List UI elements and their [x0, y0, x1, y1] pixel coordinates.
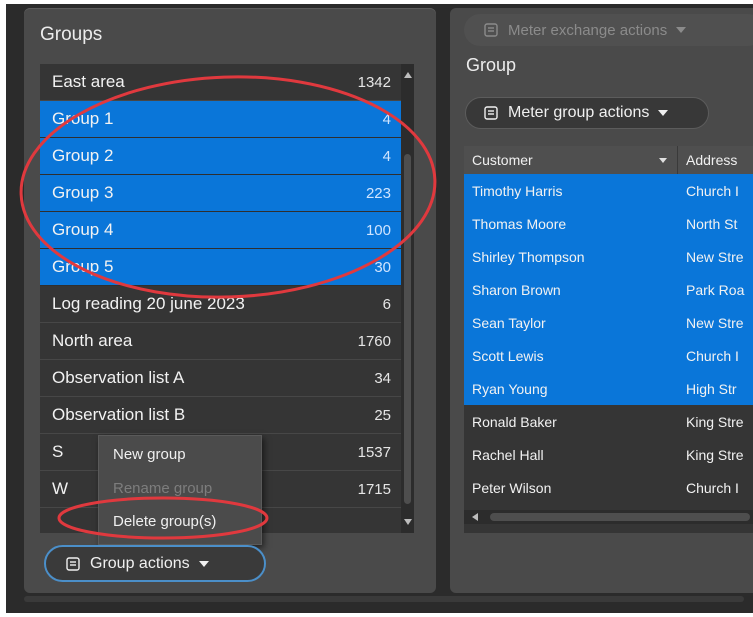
customer-table[interactable]: Customer Address Timothy Harris Church I…: [464, 146, 753, 533]
column-header-customer[interactable]: Customer: [464, 146, 678, 174]
group-name: Observation list B: [52, 405, 186, 424]
table-row[interactable]: Timothy Harris Church I: [464, 174, 753, 207]
group-row-group-2[interactable]: Group 2 4: [40, 138, 401, 175]
list-actions-icon: [484, 23, 498, 37]
group-row-group-3[interactable]: Group 3 223: [40, 175, 401, 212]
table-row[interactable]: Thomas Moore North St: [464, 207, 753, 240]
address-cell: Church I: [686, 479, 739, 496]
group-name: Log reading 20 june 2023: [52, 294, 245, 313]
group-row-group-5[interactable]: Group 5 30: [40, 249, 401, 286]
meter-group-actions-label: Meter group actions: [508, 104, 650, 121]
address-cell: Church I: [686, 347, 739, 364]
list-actions-icon: [66, 556, 80, 571]
table-row[interactable]: Peter Wilson Church I: [464, 471, 753, 504]
address-cell: New Stre: [686, 248, 744, 265]
list-actions-icon: [484, 106, 498, 120]
group-name: East area: [52, 72, 125, 91]
customer-cell: Timothy Harris: [472, 182, 563, 199]
address-cell: Park Roa: [686, 281, 745, 298]
customer-cell: Sharon Brown: [472, 281, 561, 298]
group-name: Observation list A: [52, 368, 185, 387]
customer-cell: Sean Taylor: [472, 314, 546, 331]
address-cell: King Stre: [686, 446, 744, 463]
group-count: 1760: [357, 332, 391, 350]
address-cell: Church I: [686, 182, 739, 199]
column-header-label: Customer: [472, 152, 533, 168]
scroll-thumb[interactable]: [404, 154, 411, 504]
table-row[interactable]: Ronald Baker King Stre: [464, 405, 753, 438]
address-cell: King Stre: [686, 413, 744, 430]
group-name: Group 5: [52, 257, 114, 276]
chevron-down-icon: [198, 560, 209, 567]
group-actions-button[interactable]: Group actions: [44, 545, 266, 582]
group-row-observation-list-a[interactable]: Observation list A 34: [40, 360, 401, 397]
group-count: 4: [382, 147, 391, 165]
customer-cell: Shirley Thompson: [472, 248, 585, 265]
group-actions-label: Group actions: [90, 554, 190, 572]
sort-arrow-icon[interactable]: [659, 157, 667, 163]
group-context-menu: New group Rename group Delete group(s): [98, 435, 262, 545]
group-count: 30: [374, 258, 391, 276]
scroll-left-icon[interactable]: [472, 513, 478, 521]
meter-group-actions-button[interactable]: Meter group actions: [465, 97, 709, 129]
scroll-thumb[interactable]: [490, 513, 750, 521]
group-row-north-area[interactable]: North area 1760: [40, 323, 401, 360]
group-name: North area: [52, 331, 133, 350]
group-detail-title: Group: [466, 55, 517, 75]
group-name: S: [52, 442, 64, 461]
group-name: W: [52, 479, 69, 498]
group-row-group-4[interactable]: Group 4 100: [40, 212, 401, 249]
group-count: 223: [365, 184, 391, 202]
group-name: Group 2: [52, 146, 114, 165]
table-row[interactable]: Shirley Thompson New Stre: [464, 240, 753, 273]
column-header-label: Address: [686, 152, 738, 168]
group-row-group-1[interactable]: Group 1 4: [40, 101, 401, 138]
column-header-address[interactable]: Address: [678, 146, 753, 174]
group-count: 25: [374, 406, 391, 424]
group-count: 100: [365, 221, 391, 239]
menu-item-rename-group: Rename group: [113, 480, 213, 497]
menu-item-delete-groups[interactable]: Delete group(s): [113, 513, 216, 530]
customer-cell: Rachel Hall: [472, 446, 544, 463]
customer-cell: Ronald Baker: [472, 413, 557, 430]
scroll-down-icon[interactable]: [404, 519, 412, 525]
group-name: Group 4: [52, 220, 114, 239]
group-row-observation-list-b[interactable]: Observation list B 25: [40, 397, 401, 434]
customer-cell: Thomas Moore: [472, 215, 567, 232]
customer-cell: Peter Wilson: [472, 479, 552, 496]
table-row[interactable]: Scott Lewis Church I: [464, 339, 753, 372]
address-cell: High Str: [686, 380, 737, 397]
table-row[interactable]: Sean Taylor New Stre: [464, 306, 753, 339]
table-row[interactable]: Rachel Hall King Stre: [464, 438, 753, 471]
group-list-scrollbar[interactable]: [401, 64, 414, 533]
group-count: 1715: [357, 480, 391, 498]
address-cell: North St: [686, 215, 738, 232]
meter-exchange-actions-button: Meter exchange actions: [464, 14, 753, 46]
address-cell: New Stre: [686, 314, 744, 331]
group-count: 1537: [357, 443, 391, 461]
scroll-up-icon[interactable]: [404, 72, 412, 78]
menu-item-new-group[interactable]: New group: [113, 446, 186, 463]
group-name: Group 3: [52, 183, 114, 202]
group-count: 1342: [357, 73, 391, 91]
table-horizontal-scrollbar[interactable]: [464, 510, 753, 524]
group-name: Group 1: [52, 109, 114, 128]
bottom-edge: [24, 596, 744, 602]
table-row[interactable]: Ryan Young High Str: [464, 372, 753, 405]
group-count: 34: [374, 369, 391, 387]
chevron-down-icon: [676, 27, 687, 33]
customer-cell: Scott Lewis: [472, 347, 544, 364]
customer-cell: Ryan Young: [472, 380, 548, 397]
chevron-down-icon: [658, 110, 669, 116]
group-row-log-reading[interactable]: Log reading 20 june 2023 6: [40, 286, 401, 323]
group-count: 6: [382, 295, 391, 313]
groups-panel-title: Groups: [40, 24, 103, 45]
group-row-east-area[interactable]: East area 1342: [40, 64, 401, 101]
group-count: 4: [382, 110, 391, 128]
table-row[interactable]: Sharon Brown Park Roa: [464, 273, 753, 306]
meter-exchange-actions-label: Meter exchange actions: [508, 21, 668, 39]
